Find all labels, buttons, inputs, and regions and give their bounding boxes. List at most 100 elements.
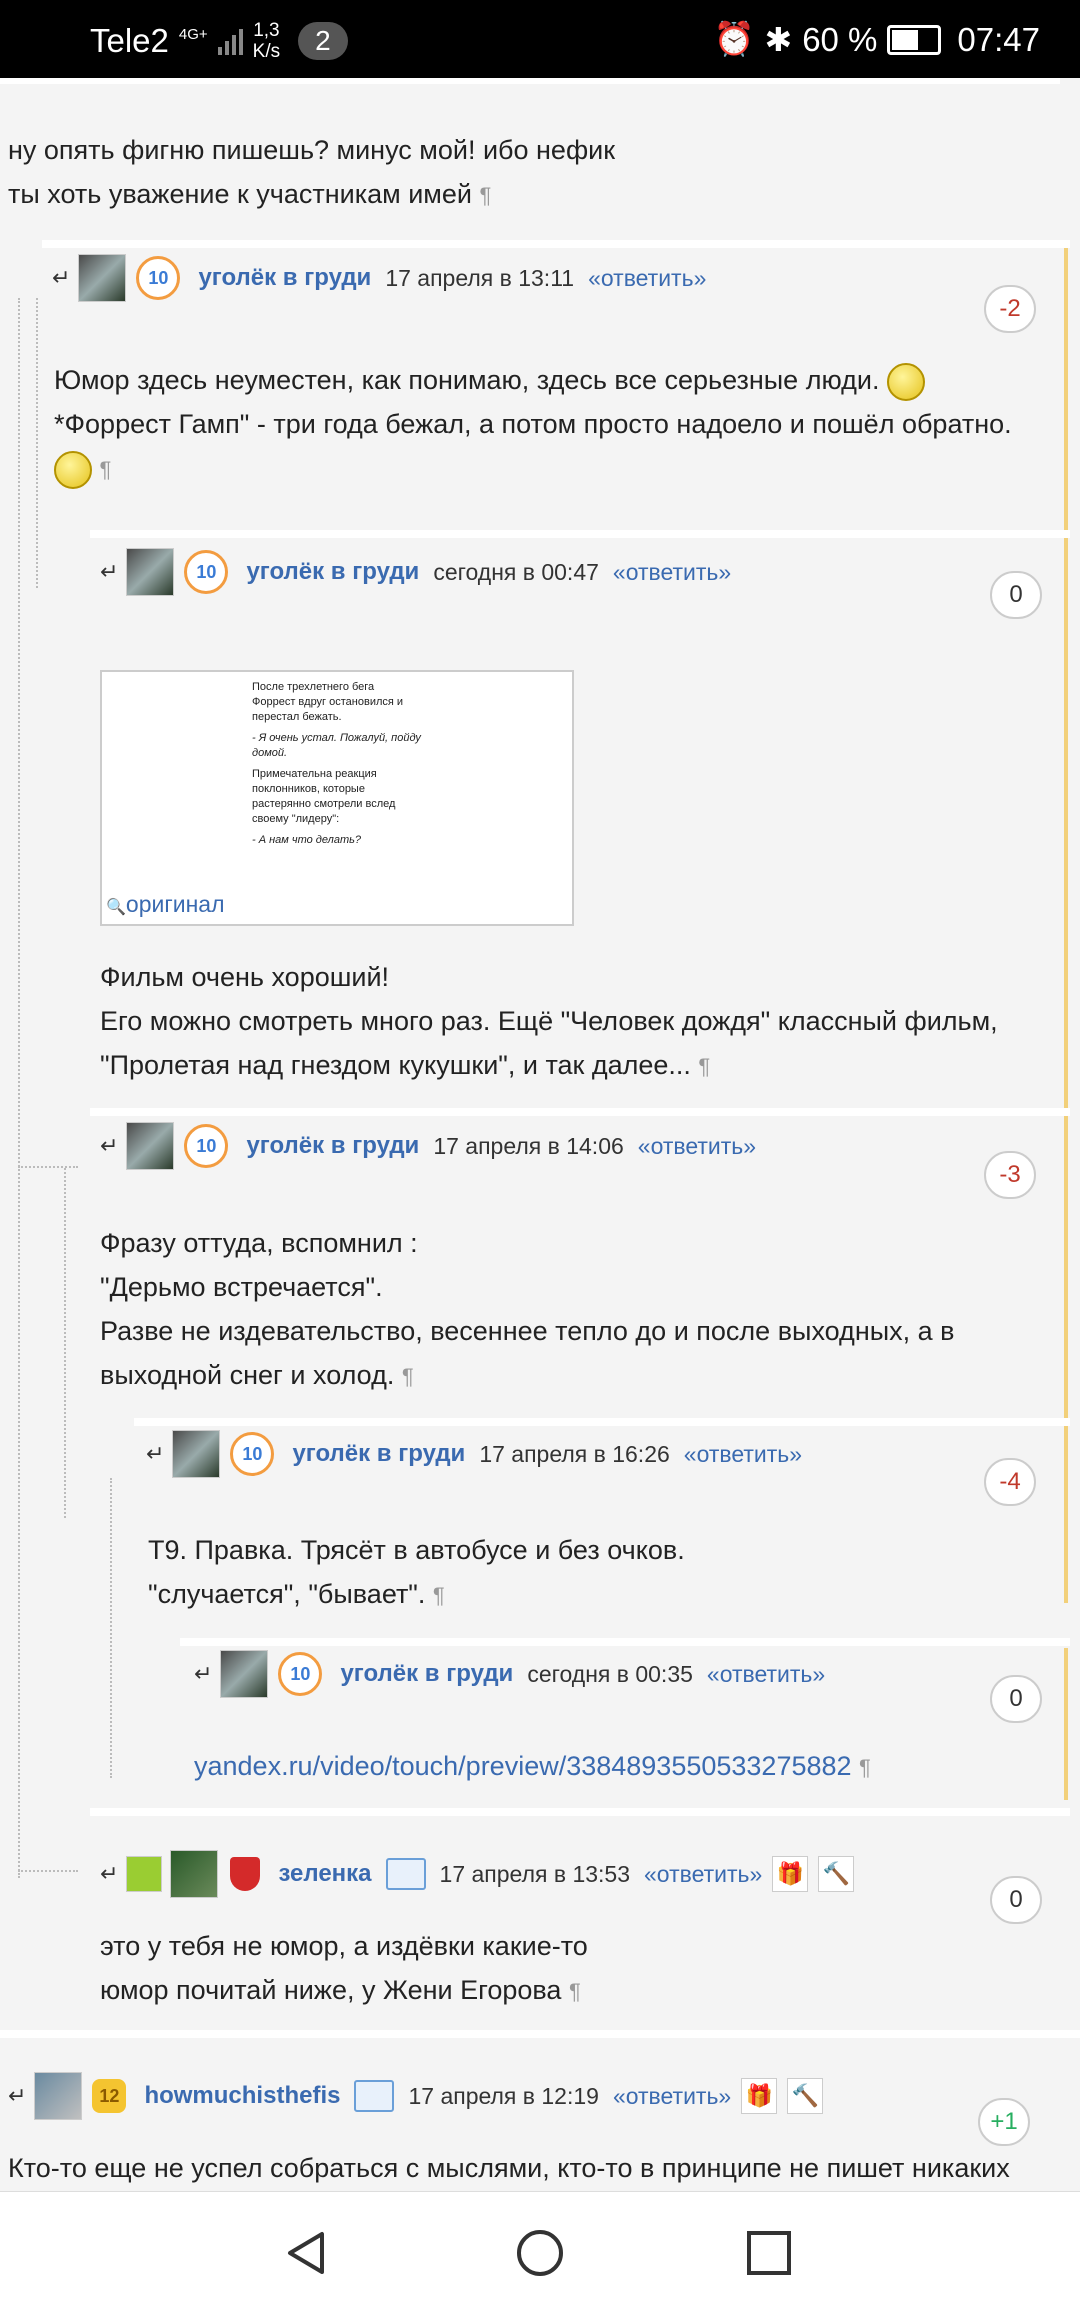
carrier-label: Tele2 — [90, 22, 169, 59]
shield-icon — [230, 1857, 261, 1891]
avatar[interactable] — [34, 2072, 83, 2120]
avatar[interactable] — [126, 1122, 175, 1170]
comment-text: Юмор здесь неуместен, как понимаю, здесь… — [54, 358, 1054, 492]
comment-header: ↵ 10 уголёк в груди сегодня в 00:35 «отв… — [194, 1648, 825, 1700]
username-link[interactable]: уголёк в груди — [246, 1132, 419, 1160]
reply-link[interactable]: «ответить» — [588, 265, 706, 292]
video-link[interactable]: yandex.ru/video/touch/preview/3384893550… — [194, 1751, 852, 1781]
reply-link[interactable]: «ответить» — [707, 1661, 825, 1688]
comment-text: Фразу оттуда, вспомнил : "Дерьмо встреча… — [100, 1228, 955, 1390]
home-icon[interactable] — [515, 2228, 565, 2278]
reply-arrow-icon[interactable]: ↵ — [100, 1133, 118, 1159]
comment-score[interactable]: 0 — [990, 1675, 1042, 1723]
user-icon — [126, 1856, 163, 1892]
rank-badge: 12 — [92, 2079, 127, 2113]
comment-score[interactable]: -2 — [984, 285, 1036, 333]
thread-marker — [1064, 1648, 1068, 1800]
card-edge — [0, 78, 1060, 84]
mail-icon[interactable] — [354, 2080, 395, 2112]
comment-text: Кто-то еще не успел собраться с мыслями,… — [8, 2153, 1010, 2183]
username-link[interactable]: уголёк в груди — [198, 264, 371, 292]
username-link[interactable]: howmuchisthefis — [144, 2082, 340, 2110]
attached-image[interactable]: После трехлетнего бега Форрест вдруг оста… — [100, 670, 574, 926]
reply-link[interactable]: «ответить» — [684, 1441, 802, 1468]
smiley-icon — [886, 362, 925, 401]
reply-arrow-icon[interactable]: ↵ — [100, 1861, 118, 1887]
status-bar: Tele2 4G+ 1,3 K/s 2 ⏰ ✱ 60 % 07:47 — [0, 0, 1080, 78]
comment-score[interactable]: 0 — [990, 571, 1042, 619]
comment-date: сегодня в 00:47 — [433, 558, 599, 585]
rank-badge: 10 — [184, 550, 229, 594]
hammer-icon[interactable]: 🔨 — [818, 1856, 855, 1892]
username-link[interactable]: уголёк в груди — [246, 558, 419, 586]
comment-text: Фильм очень хороший! Его можно смотреть … — [100, 962, 998, 1080]
magnifier-icon: 🔍 — [106, 899, 126, 916]
mail-icon[interactable] — [385, 1858, 426, 1890]
comment-score[interactable]: -4 — [984, 1458, 1036, 1506]
back-icon[interactable] — [282, 2228, 332, 2278]
username-link[interactable]: зеленка — [278, 1860, 371, 1888]
avatar[interactable] — [78, 254, 127, 302]
reply-arrow-icon[interactable]: ↵ — [146, 1441, 164, 1467]
comment-text: Т9. Правка. Трясёт в автобусе и без очко… — [148, 1535, 685, 1609]
separator — [180, 1638, 1070, 1646]
comment-date: сегодня в 00:35 — [527, 1660, 693, 1687]
recents-icon[interactable] — [744, 2228, 794, 2278]
comment-header: ↵ 10 уголёк в груди сегодня в 00:47 «отв… — [100, 546, 731, 598]
reply-link[interactable]: «ответить» — [644, 1861, 762, 1888]
comment-text: это у тебя не юмор, а издёвки какие-то ю… — [100, 1931, 588, 2005]
thread-marker — [1064, 1428, 1068, 1603]
username-link[interactable]: уголёк в груди — [292, 1440, 465, 1468]
alarm-icon: ⏰ — [713, 20, 755, 57]
separator — [90, 1808, 1070, 1816]
bluetooth-icon: ✱ — [764, 21, 793, 58]
reply-arrow-icon[interactable]: ↵ — [100, 559, 118, 585]
comment-date: 17 апреля в 12:19 — [408, 2082, 599, 2109]
navigation-bar — [0, 2191, 1080, 2313]
rank-badge: 10 — [184, 1124, 229, 1168]
comment-header: ↵ 12 howmuchisthefis 17 апреля в 12:19 «… — [8, 2070, 824, 2122]
avatar[interactable] — [220, 1650, 269, 1698]
reply-arrow-icon[interactable]: ↵ — [8, 2083, 26, 2109]
reply-link[interactable]: «ответить» — [613, 559, 731, 586]
avatar[interactable] — [172, 1430, 221, 1478]
separator — [134, 1418, 1070, 1426]
signal-icon — [217, 27, 243, 55]
comment-score[interactable]: +1 — [978, 2098, 1030, 2146]
original-image-link[interactable]: 🔍оригинал — [106, 891, 225, 918]
comment-date: 17 апреля в 13:53 — [439, 1860, 630, 1887]
gift-icon[interactable]: 🎁 — [772, 1856, 809, 1892]
reply-link[interactable]: «ответить» — [638, 1133, 756, 1160]
separator — [42, 240, 1070, 248]
comment-score[interactable]: -3 — [984, 1151, 1036, 1199]
comment-date: 17 апреля в 13:11 — [385, 264, 575, 291]
gift-icon[interactable]: 🎁 — [741, 2078, 778, 2114]
comment-header: ↵ 10 уголёк в груди 17 апреля в 13:11 «о… — [52, 252, 706, 304]
rank-badge: 10 — [136, 256, 181, 300]
avatar[interactable] — [170, 1850, 219, 1898]
battery-icon — [887, 24, 942, 55]
speed-indicator: 1,3 K/s — [252, 20, 281, 62]
thread-marker — [1064, 540, 1068, 1190]
battery-percent: 60 % — [802, 20, 878, 58]
hammer-icon[interactable]: 🔨 — [787, 2078, 824, 2114]
thread-guide — [36, 298, 38, 588]
comment-date: 17 апреля в 14:06 — [433, 1132, 624, 1159]
comments-thread: ну опять фигню пишешь? минус мой! ибо не… — [0, 78, 1080, 2191]
rank-badge: 10 — [230, 1432, 275, 1476]
separator — [0, 2030, 1080, 2038]
thread-guide — [18, 1166, 78, 1168]
reply-arrow-icon[interactable]: ↵ — [194, 1661, 212, 1687]
username-link[interactable]: уголёк в груди — [340, 1660, 513, 1688]
reply-arrow-icon[interactable]: ↵ — [52, 265, 70, 291]
notification-count: 2 — [298, 22, 348, 60]
avatar[interactable] — [126, 548, 175, 596]
clock: 07:47 — [957, 20, 1040, 58]
thread-guide — [64, 1168, 66, 1518]
reply-link[interactable]: «ответить» — [613, 2083, 731, 2110]
comment-score[interactable]: 0 — [990, 1876, 1042, 1924]
comment-header: ↵ 10 уголёк в груди 17 апреля в 14:06 «о… — [100, 1120, 756, 1172]
comment-text: ну опять фигню пишешь? минус мой! ибо не… — [8, 135, 616, 209]
comment-text: yandex.ru/video/touch/preview/3384893550… — [194, 1751, 871, 1781]
thread-guide — [18, 298, 20, 1878]
